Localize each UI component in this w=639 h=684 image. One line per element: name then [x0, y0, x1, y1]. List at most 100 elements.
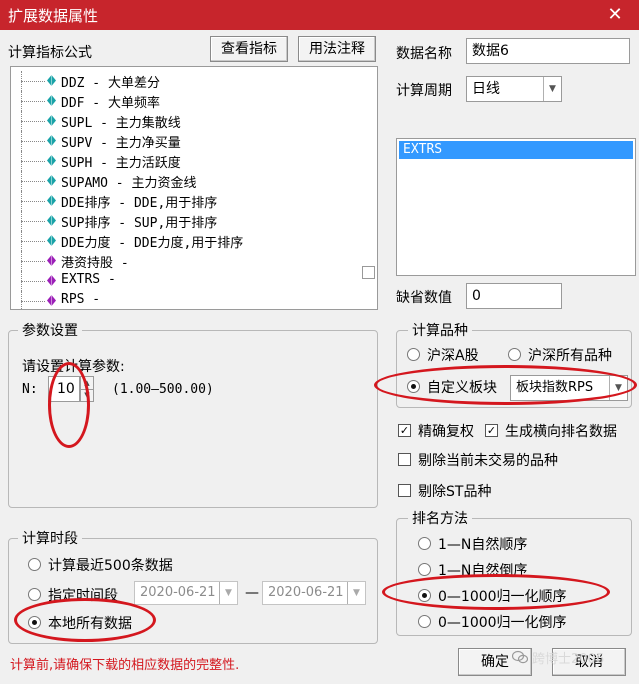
spin-down-icon[interactable]: ▼: [81, 389, 93, 401]
teal-gem-icon: [47, 235, 56, 246]
tree-checkbox[interactable]: [362, 266, 375, 279]
teal-gem-icon: [47, 175, 56, 186]
cross-rank-checkbox[interactable]: ✓: [485, 424, 498, 437]
calc-period-label: 计算周期: [396, 83, 452, 99]
data-name-input[interactable]: 数据6: [466, 38, 630, 64]
tree-item[interactable]: SUPL - 主力集散线: [11, 111, 351, 131]
tree-item[interactable]: DDE力度 - DDE力度,用于排序: [11, 231, 351, 251]
radio-rank-natural-label: 1—N自然顺序: [438, 537, 528, 553]
radio-rank-normalized-reverse[interactable]: [418, 615, 431, 628]
chevron-down-icon[interactable]: ▼: [543, 77, 561, 101]
exclude-st-label: 剔除ST品种: [418, 484, 492, 500]
tree-item[interactable]: SUPAMO - 主力资金线: [11, 171, 351, 191]
tree-item-label: DDE排序 - DDE,用于排序: [61, 196, 218, 211]
teal-gem-icon: [47, 155, 56, 166]
cross-rank-label: 生成横向排名数据: [505, 424, 617, 440]
list-item[interactable]: EXTRS: [399, 141, 633, 159]
exclude-untraded-label: 剔除当前未交易的品种: [418, 453, 558, 469]
date-range-dash: —: [245, 585, 259, 601]
tree-item-label: EXTRS -: [61, 272, 116, 287]
radio-all-local-label: 本地所有数据: [48, 616, 132, 632]
n-range: (1.00—500.00): [112, 382, 214, 397]
tree-item-label: DDZ - 大单差分: [61, 76, 160, 91]
tree-item-label: DDF - 大单频率: [61, 96, 160, 111]
n-spinner[interactable]: ▲ ▼: [80, 376, 94, 402]
window-title: 扩展数据属性: [8, 7, 99, 25]
fq-label: 精确复权: [418, 424, 474, 440]
fq-checkbox[interactable]: ✓: [398, 424, 411, 437]
tree-item[interactable]: DDF - 大单频率: [11, 91, 351, 111]
tree-item[interactable]: DDE排序 - DDE,用于排序: [11, 191, 351, 211]
radio-hs-a[interactable]: [407, 348, 420, 361]
exclude-st-checkbox[interactable]: [398, 484, 411, 497]
teal-gem-icon: [47, 95, 56, 106]
chevron-down-icon[interactable]: ▼: [219, 582, 237, 604]
default-value-input[interactable]: 0: [466, 283, 562, 309]
teal-gem-icon: [47, 135, 56, 146]
radio-custom-block-label: 自定义板块: [427, 380, 497, 396]
teal-gem-icon: [47, 75, 56, 86]
date-from-picker[interactable]: 2020-06-21 ▼: [134, 581, 238, 605]
radio-hs-all[interactable]: [508, 348, 521, 361]
tree-item[interactable]: SUPV - 主力净买量: [11, 131, 351, 151]
data-name-label: 数据名称: [396, 46, 452, 62]
title-bar[interactable]: 扩展数据属性 ✕: [0, 0, 639, 30]
teal-gem-icon: [47, 215, 56, 226]
radio-hs-all-label: 沪深所有品种: [528, 348, 612, 364]
radio-rank-normalized[interactable]: [418, 589, 431, 602]
radio-rank-natural[interactable]: [418, 537, 431, 550]
radio-rank-reverse[interactable]: [418, 563, 431, 576]
tree-item[interactable]: RPS -: [11, 291, 351, 309]
close-icon[interactable]: ✕: [604, 4, 626, 26]
custom-block-value: 板块指数RPS: [516, 380, 594, 395]
teal-gem-icon: [47, 115, 56, 126]
usage-notes-button[interactable]: 用法注释: [298, 36, 376, 62]
params-group-title: 参数设置: [18, 320, 82, 340]
tree-item-label: SUPAMO - 主力资金线: [61, 176, 197, 191]
radio-recent-500[interactable]: [28, 558, 41, 571]
radio-time-range-label: 指定时间段: [48, 588, 118, 604]
warning-text: 计算前,请确保下载的相应数据的完整性.: [10, 658, 240, 673]
date-to-picker[interactable]: 2020-06-21 ▼: [262, 581, 366, 605]
tree-item-label: SUPV - 主力净买量: [61, 136, 181, 151]
selected-formula-list[interactable]: EXTRS: [396, 138, 636, 276]
radio-all-local[interactable]: [28, 616, 41, 629]
calc-variety-title: 计算品种: [408, 320, 472, 340]
date-from-value: 2020-06-21: [140, 585, 216, 600]
wechat-icon: [511, 650, 529, 664]
tree-item-label: SUPL - 主力集散线: [61, 116, 181, 131]
dialog-window: 扩展数据属性 ✕ 计算指标公式 查看指标 用法注释 DDZ - 大单差分 DDF …: [0, 0, 639, 684]
radio-time-range[interactable]: [28, 588, 41, 601]
purple-gem-icon: [47, 295, 56, 306]
tree-item[interactable]: 港资持股 -: [11, 251, 351, 271]
exclude-untraded-checkbox[interactable]: [398, 453, 411, 466]
tree-item[interactable]: DDZ - 大单差分: [11, 71, 351, 91]
view-indicator-button[interactable]: 查看指标: [210, 36, 288, 62]
chevron-down-icon[interactable]: ▼: [609, 376, 627, 400]
radio-rank-reverse-label: 1—N自然倒序: [438, 563, 528, 579]
tree-item[interactable]: SUPH - 主力活跃度: [11, 151, 351, 171]
formula-label: 计算指标公式: [8, 45, 92, 61]
params-prompt: 请设置计算参数:: [22, 359, 125, 375]
radio-recent-500-label: 计算最近500条数据: [48, 558, 173, 574]
n-input[interactable]: 10: [48, 376, 80, 402]
tree-item-label: RPS -: [61, 292, 101, 307]
calc-period-group-title: 计算时段: [18, 528, 82, 548]
tree-item-label: DDE力度 - DDE力度,用于排序: [61, 236, 244, 251]
radio-rank-normalized-label: 0—1000归一化顺序: [438, 589, 567, 605]
custom-block-select[interactable]: 板块指数RPS ▼: [510, 375, 628, 401]
watermark-text: 跨博士2006: [532, 652, 605, 667]
teal-gem-icon: [47, 195, 56, 206]
purple-gem-icon: [47, 255, 56, 266]
calc-period-select[interactable]: 日线 ▼: [466, 76, 562, 102]
radio-rank-normalized-reverse-label: 0—1000归一化倒序: [438, 615, 567, 631]
formula-tree[interactable]: DDZ - 大单差分 DDF - 大单频率 SUPL - 主力集散线 SUPV - 主…: [10, 66, 378, 310]
radio-hs-a-label: 沪深A股: [427, 348, 479, 364]
purple-gem-icon: [47, 275, 56, 286]
tree-item[interactable]: EXTRS -: [11, 271, 351, 291]
radio-custom-block[interactable]: [407, 380, 420, 393]
chevron-down-icon[interactable]: ▼: [347, 582, 365, 604]
tree-item-label: SUPH - 主力活跃度: [61, 156, 181, 171]
tree-item[interactable]: SUP排序 - SUP,用于排序: [11, 211, 351, 231]
tree-item-label: SUP排序 - SUP,用于排序: [61, 216, 218, 231]
